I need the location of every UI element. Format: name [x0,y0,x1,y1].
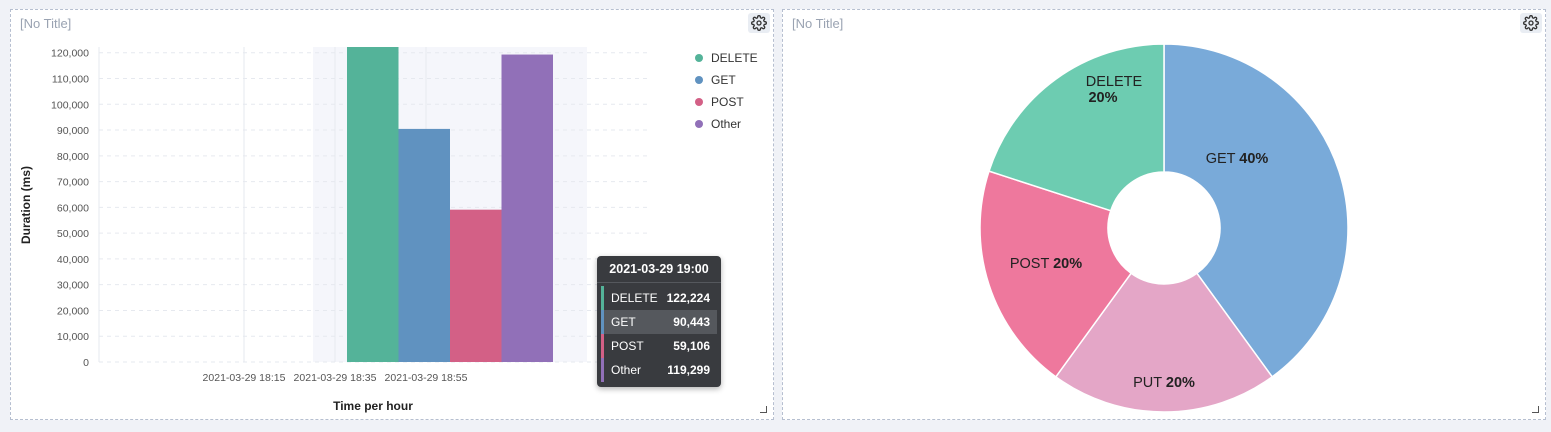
pie-label: DELETE [1086,74,1143,90]
bar-post [450,209,502,362]
pie-chart-panel: [No Title] GET 40% PUT 20% POST 20% DELETE 2… [782,9,1546,420]
legend-label: POST [711,95,744,109]
y-tick-label: 120,000 [51,48,89,60]
tooltip-row-value: 122,224 [666,291,710,305]
tooltip-row-label: Other [611,363,642,377]
legend-swatch [695,120,703,128]
chart-tooltip: 2021-03-29 19:00 DELETE 122,224 GET 90,443 P… [597,256,721,387]
legend-label: Other [711,117,742,131]
pie-label: PUT 20% [1133,375,1195,391]
tooltip-row-label: POST [611,339,644,353]
tooltip-row: DELETE 122,224 [601,286,717,310]
bar-chart-panel: [No Title] 0 10,000 20,000 30,000 40,000 50,0… [10,9,774,420]
y-tick-label: 30,000 [57,280,89,292]
tooltip-row-label: GET [611,315,636,329]
y-tick-label: 20,000 [57,305,89,317]
resize-handle-icon[interactable] [760,406,767,413]
tooltip-header: 2021-03-29 19:00 [597,256,721,283]
pie-label: POST 20% [1010,256,1082,272]
bar-delete [347,47,399,362]
y-tick-label: 60,000 [57,202,89,214]
legend-label: DELETE [711,51,758,65]
legend-swatch [695,98,703,106]
legend-swatch [695,54,703,62]
tooltip-row-label: DELETE [611,291,658,305]
y-tick-label: 0 [83,357,89,369]
bar-other [501,54,553,362]
tooltip-row-value: 119,299 [667,363,710,377]
pie-chart: GET 40% PUT 20% POST 20% DELETE20% [979,43,1349,413]
y-tick-label: 90,000 [57,125,89,137]
y-tick-label: 80,000 [57,151,89,163]
tooltip-row: POST 59,106 [601,334,717,358]
tooltip-row-value: 90,443 [673,315,710,329]
y-tick-label: 70,000 [57,177,89,189]
x-tick-label: 2021-03-29 18:15 [203,372,286,384]
pie-label: GET 40% [1206,151,1269,167]
legend-swatch [695,76,703,84]
y-tick-label: 40,000 [57,254,89,266]
chart-legend: DELETE GET POST Other [695,47,758,135]
y-tick-label: 110,000 [52,74,89,86]
tooltip-row: Other 119,299 [601,358,717,382]
tooltip-row: GET 90,443 [601,310,717,334]
x-tick-label: 2021-03-29 18:55 [385,372,468,384]
x-tick-label: 2021-03-29 18:35 [294,372,377,384]
y-tick-label: 10,000 [57,331,89,343]
legend-item-delete[interactable]: DELETE [695,47,758,69]
legend-item-post[interactable]: POST [695,91,758,113]
legend-item-other[interactable]: Other [695,113,758,135]
legend-item-get[interactable]: GET [695,69,758,91]
tooltip-row-value: 59,106 [673,339,710,353]
resize-handle-icon[interactable] [1532,406,1539,413]
legend-label: GET [711,73,736,87]
x-axis-title: Time per hour [333,399,413,413]
y-axis-title: Duration (ms) [19,166,33,244]
bar-get [398,128,450,362]
y-tick-label: 100,000 [51,99,89,111]
y-tick-label: 50,000 [57,228,89,240]
pie-label-value: 20% [1088,90,1117,106]
